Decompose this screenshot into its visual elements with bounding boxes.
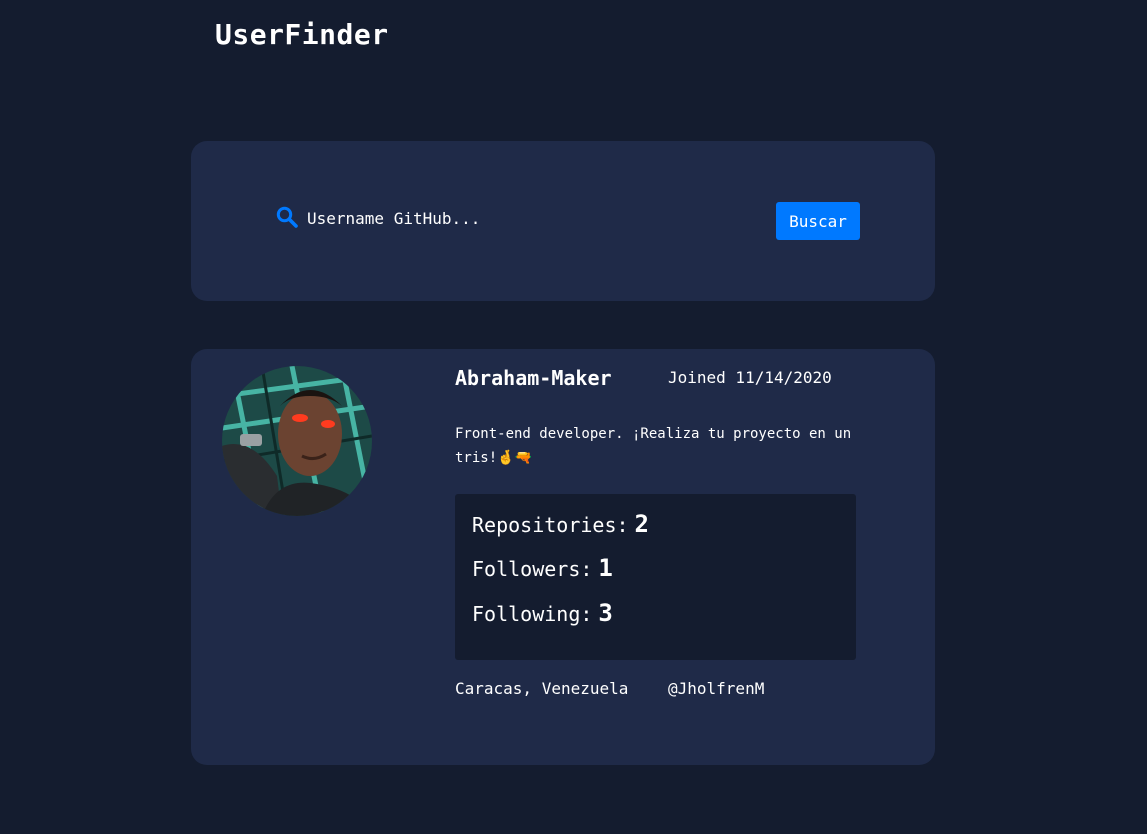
stats-box: Repositories: 2 Followers: 1 Following: 3 bbox=[455, 494, 856, 660]
stat-label: Following: bbox=[472, 602, 593, 626]
profile-name: Abraham-Maker bbox=[455, 366, 612, 390]
profile-twitter: @JholfrenM bbox=[668, 679, 765, 698]
search-icon bbox=[276, 206, 298, 228]
stat-followers: Followers: 1 bbox=[472, 554, 613, 582]
stat-value: 2 bbox=[634, 510, 649, 538]
search-input[interactable] bbox=[307, 204, 747, 232]
stat-value: 3 bbox=[598, 599, 613, 627]
stat-label: Repositories: bbox=[472, 513, 629, 537]
stat-label: Followers: bbox=[472, 557, 593, 581]
stat-value: 1 bbox=[598, 554, 613, 582]
stat-repositories: Repositories: 2 bbox=[472, 510, 649, 538]
search-button[interactable]: Buscar bbox=[776, 202, 860, 240]
avatar bbox=[222, 366, 372, 516]
stat-following: Following: 3 bbox=[472, 599, 613, 627]
app-title: UserFinder bbox=[215, 18, 389, 51]
joined-date: Joined 11/14/2020 bbox=[668, 368, 832, 387]
profile-bio: Front-end developer. ¡Realiza tu proyect… bbox=[455, 426, 852, 466]
profile-location: Caracas, Venezuela bbox=[455, 679, 629, 698]
